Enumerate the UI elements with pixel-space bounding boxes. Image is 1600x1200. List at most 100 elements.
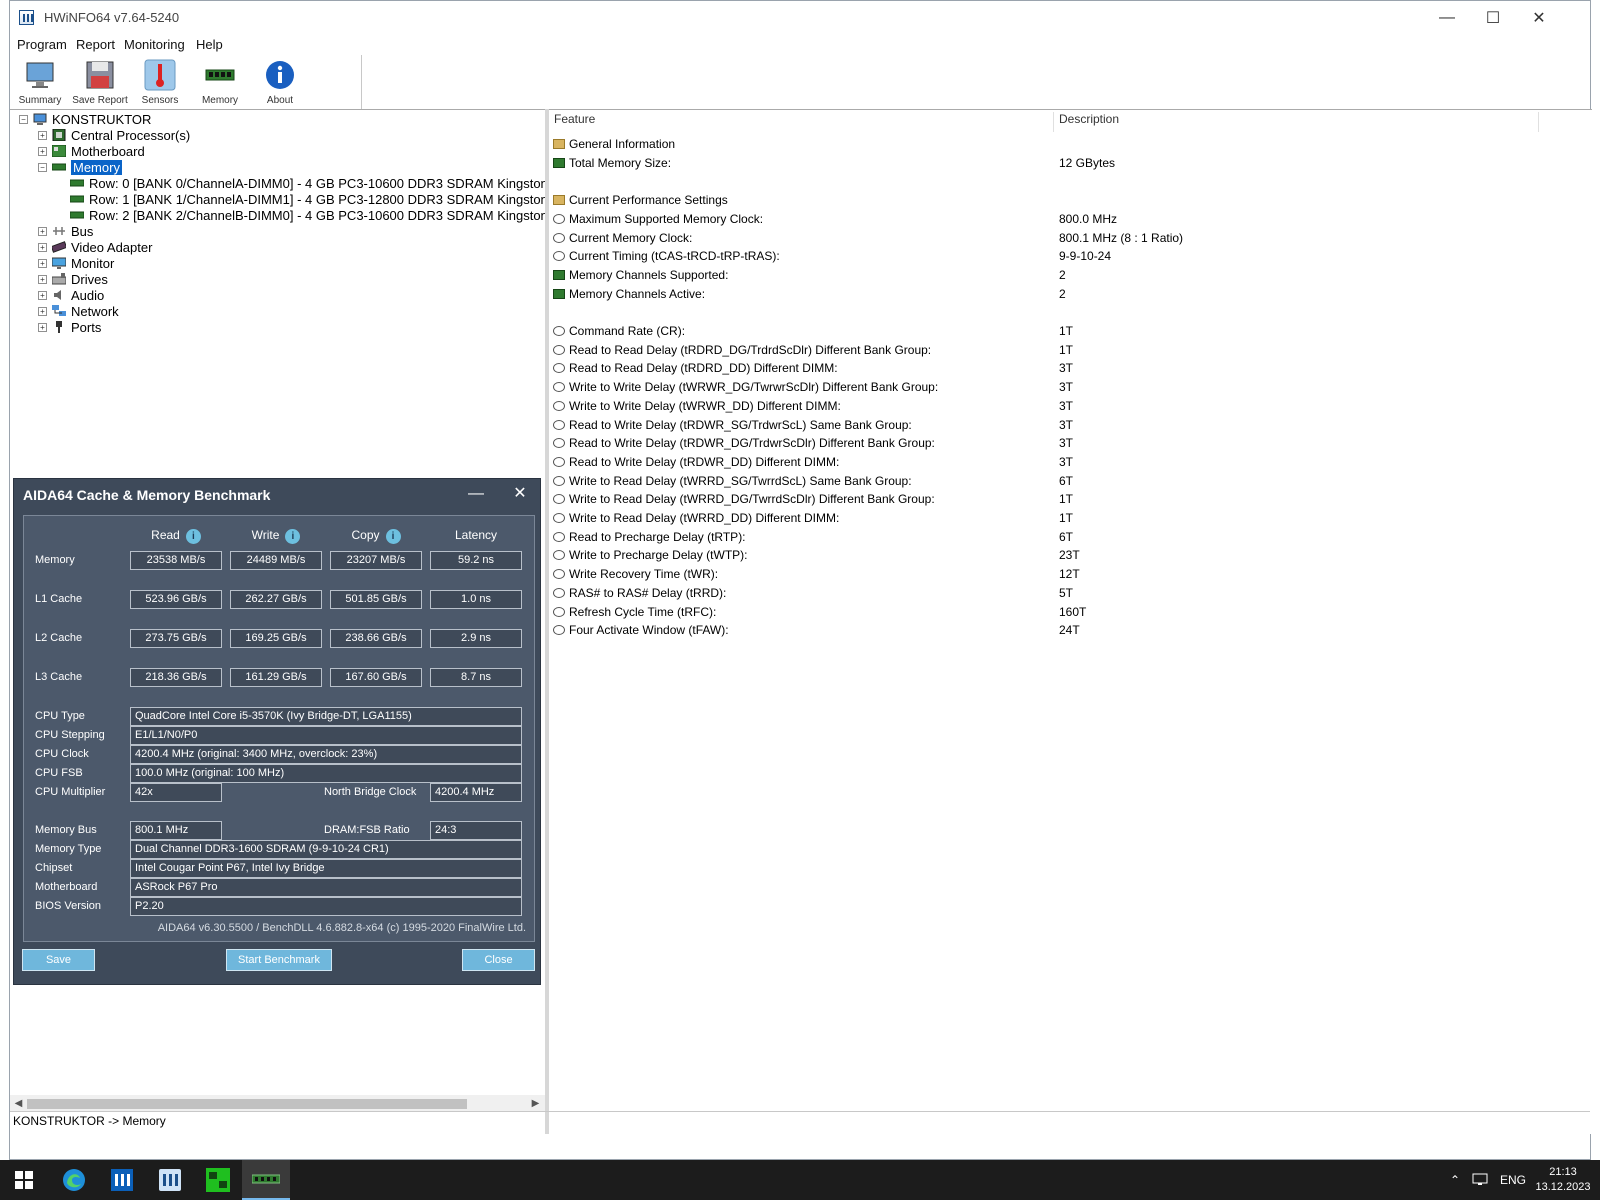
latency-header: Latency xyxy=(454,528,498,542)
tree-item-cpu[interactable]: + Central Processor(s) xyxy=(38,127,190,143)
sensors-button[interactable]: Sensors xyxy=(130,57,190,107)
aida-taskbar-button[interactable] xyxy=(194,1160,242,1200)
tree-item-bus[interactable]: + Bus xyxy=(38,223,93,239)
horizontal-scrollbar[interactable]: ◀ ▶ xyxy=(10,1095,545,1112)
feature-row[interactable]: Memory Channels Active: 2 xyxy=(553,285,1583,303)
scroll-left-icon[interactable]: ◀ xyxy=(10,1096,27,1111)
scrollbar-thumb[interactable] xyxy=(27,1099,467,1109)
feature-name: Write to Write Delay (tWRWR_DD) Differen… xyxy=(569,398,841,413)
tree-item-memory[interactable]: − Memory xyxy=(38,159,122,175)
feature-row[interactable]: Read to Precharge Delay (tRTP): 6T xyxy=(553,528,1583,546)
edge-taskbar-button[interactable] xyxy=(50,1160,98,1200)
description-column-header[interactable]: Description xyxy=(1059,112,1539,132)
feature-row[interactable]: Command Rate (CR): 1T xyxy=(553,322,1583,340)
feature-column-header[interactable]: Feature xyxy=(554,112,1054,132)
expand-icon[interactable]: + xyxy=(38,274,47,284)
feature-row[interactable]: Refresh Cycle Time (tRFC): 160T xyxy=(553,603,1583,621)
menu-help[interactable]: Help xyxy=(196,37,223,52)
feature-row[interactable]: General Information xyxy=(553,135,1583,153)
hwinfo-app-taskbar-button[interactable] xyxy=(146,1160,194,1200)
info-icon[interactable]: i xyxy=(285,529,301,544)
close-button[interactable]: ✕ xyxy=(1516,1,1562,35)
feature-row[interactable]: Write to Read Delay (tWRRD_DD) Different… xyxy=(553,509,1583,527)
tree-item-monitor[interactable]: + Monitor xyxy=(38,255,114,271)
tree-item-memory-row[interactable]: Row: 0 [BANK 0/ChannelA-DIMM0] - 4 GB PC… xyxy=(70,175,590,191)
tree-item-network[interactable]: + Network xyxy=(38,303,119,319)
feature-row[interactable]: Maximum Supported Memory Clock: 800.0 MHz xyxy=(553,210,1583,228)
memory-taskbar-icon xyxy=(252,1174,280,1184)
feature-row[interactable]: Memory Channels Supported: 2 xyxy=(553,266,1583,284)
expand-icon[interactable]: + xyxy=(38,146,47,156)
expand-icon[interactable]: + xyxy=(38,130,47,140)
monitor-icon xyxy=(52,257,66,269)
save-report-button[interactable]: Save Report xyxy=(70,57,130,107)
tray-chevron-icon[interactable]: ⌃ xyxy=(1450,1160,1460,1200)
info-icon[interactable]: i xyxy=(385,529,401,544)
expand-icon[interactable]: + xyxy=(38,322,47,332)
menu-program[interactable]: Program xyxy=(17,37,67,52)
scroll-right-icon[interactable]: ▶ xyxy=(527,1096,544,1111)
feature-row[interactable]: Current Performance Settings xyxy=(553,191,1583,209)
expand-icon[interactable]: + xyxy=(38,226,47,236)
feature-name: Read to Write Delay (tRDWR_SG/TrdwrScL) … xyxy=(569,417,912,432)
tree-item-memory-row[interactable]: Row: 1 [BANK 1/ChannelA-DIMM1] - 4 GB PC… xyxy=(70,191,590,207)
feature-row[interactable]: Total Memory Size: 12 GBytes xyxy=(553,154,1583,172)
tree-item-audio[interactable]: + Audio xyxy=(38,287,104,303)
summary-button[interactable]: Summary xyxy=(10,57,70,107)
tree-item-drives[interactable]: + Drives xyxy=(38,271,108,287)
save-button[interactable]: Save xyxy=(22,949,95,971)
speaker-icon xyxy=(54,290,61,300)
tree-root[interactable]: − KONSTRUKTOR xyxy=(19,111,151,127)
maximize-button[interactable]: ☐ xyxy=(1470,1,1516,35)
feature-row[interactable]: Read to Read Delay (tRDRD_DD) Different … xyxy=(553,359,1583,377)
info-icon[interactable]: i xyxy=(185,529,201,544)
dialog-title: AIDA64 Cache & Memory Benchmark xyxy=(23,487,271,503)
feature-value: 6T xyxy=(1059,473,1074,488)
menu-monitoring[interactable]: Monitoring xyxy=(124,37,185,52)
clock[interactable]: 21:13 13.12.2023 xyxy=(1534,1160,1592,1200)
feature-row[interactable]: Current Timing (tCAS-tRCD-tRP-tRAS): 9-9-… xyxy=(553,247,1583,265)
close-icon[interactable]: ✕ xyxy=(505,481,535,507)
expand-icon[interactable]: + xyxy=(38,242,47,252)
feature-name: Memory Channels Supported: xyxy=(569,267,729,282)
feature-row[interactable]: Four Activate Window (tFAW): 24T xyxy=(553,621,1583,639)
nb-clock-label: North Bridge Clock xyxy=(324,786,417,798)
minimize-button[interactable]: — xyxy=(1424,1,1470,35)
feature-value: 23T xyxy=(1059,548,1080,563)
feature-row[interactable]: Write Recovery Time (tWR): 12T xyxy=(553,565,1583,583)
feature-row[interactable]: RAS# to RAS# Delay (tRRD): 5T xyxy=(553,584,1583,602)
about-button[interactable]: About xyxy=(250,57,310,107)
feature-row[interactable]: Write to Read Delay (tWRRD_SG/TwrrdScL) … xyxy=(553,472,1583,490)
menu-report[interactable]: Report xyxy=(76,37,115,52)
tree-item-ports[interactable]: + Ports xyxy=(38,319,101,335)
tree-item-video-adapter[interactable]: + Video Adapter xyxy=(38,239,152,255)
expand-icon[interactable]: + xyxy=(38,306,47,316)
minimize-icon[interactable]: — xyxy=(461,481,491,507)
feature-row[interactable]: Write to Write Delay (tWRWR_DD) Differen… xyxy=(553,397,1583,415)
feature-row[interactable]: Write to Read Delay (tWRRD_DG/TwrrdScDlr… xyxy=(553,490,1583,508)
feature-name: Write Recovery Time (tWR): xyxy=(569,567,719,582)
feature-row[interactable]: Current Memory Clock: 800.1 MHz (8 : 1 Ra… xyxy=(553,229,1583,247)
feature-row[interactable]: Write to Write Delay (tWRWR_DG/TwrwrScDl… xyxy=(553,378,1583,396)
tree-item-motherboard[interactable]: + Motherboard xyxy=(38,143,145,159)
expand-icon[interactable]: + xyxy=(38,290,47,300)
feature-row[interactable]: Read to Read Delay (tRDRD_DG/TrdrdScDlr)… xyxy=(553,341,1583,359)
feature-row[interactable]: Read to Write Delay (tRDWR_DG/TrdwrScDlr… xyxy=(553,434,1583,452)
collapse-icon[interactable]: − xyxy=(19,114,28,124)
network-tray-icon[interactable] xyxy=(1472,1160,1488,1200)
expand-icon[interactable]: + xyxy=(38,258,47,268)
windows-start-button[interactable] xyxy=(0,1160,48,1200)
feature-row[interactable]: Read to Write Delay (tRDWR_SG/TrdwrScL) … xyxy=(553,416,1583,434)
start-benchmark-button[interactable]: Start Benchmark xyxy=(226,949,332,971)
feature-row[interactable]: Read to Write Delay (tRDWR_DD) Different… xyxy=(553,453,1583,471)
memory-button[interactable]: Memory xyxy=(190,57,250,107)
close-button[interactable]: Close xyxy=(462,949,535,971)
hwinfo-taskbar-button[interactable] xyxy=(98,1160,146,1200)
clock-icon xyxy=(553,419,565,430)
tree-item-memory-row[interactable]: Row: 2 [BANK 2/ChannelB-DIMM0] - 4 GB PC… xyxy=(70,207,590,223)
language-indicator[interactable]: ENG xyxy=(1500,1160,1526,1200)
feature-row[interactable]: Write to Precharge Delay (tWTP): 23T xyxy=(553,546,1583,564)
collapse-icon[interactable]: − xyxy=(38,162,47,172)
memory-taskbar-button[interactable] xyxy=(242,1160,290,1200)
feature-value: 2 xyxy=(1059,286,1066,301)
